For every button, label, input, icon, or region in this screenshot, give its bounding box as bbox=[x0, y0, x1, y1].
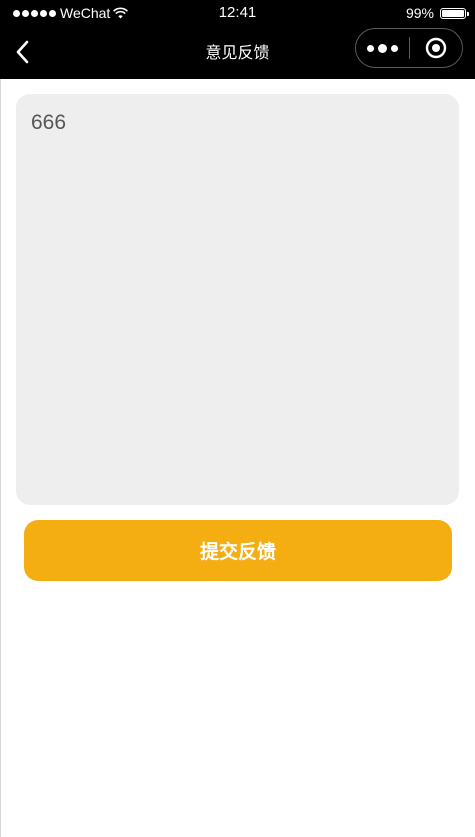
more-button[interactable] bbox=[356, 29, 409, 67]
target-circle-icon bbox=[425, 37, 446, 59]
battery-fill bbox=[442, 9, 464, 17]
feedback-textarea[interactable]: 666 bbox=[31, 110, 444, 489]
more-dots-icon bbox=[366, 44, 374, 52]
status-right: 99% bbox=[405, 4, 469, 22]
battery-percent: 99% bbox=[405, 5, 434, 21]
more-dots-icon-right bbox=[390, 44, 398, 52]
close-miniprogram-button[interactable] bbox=[409, 29, 462, 67]
submit-feedback-button[interactable]: 提交反馈 bbox=[24, 520, 452, 581]
status-time: 12:41 bbox=[218, 4, 257, 21]
navigation-bar: 意见反馈 bbox=[0, 26, 475, 79]
screen-edge bbox=[0, 79, 1, 837]
status-bar: WeChat 12:41 99% bbox=[0, 0, 475, 26]
menu-capsule bbox=[355, 28, 463, 68]
battery-icon bbox=[440, 7, 469, 19]
more-dots-icon-center bbox=[377, 43, 387, 53]
feedback-box: 666 bbox=[16, 94, 459, 505]
